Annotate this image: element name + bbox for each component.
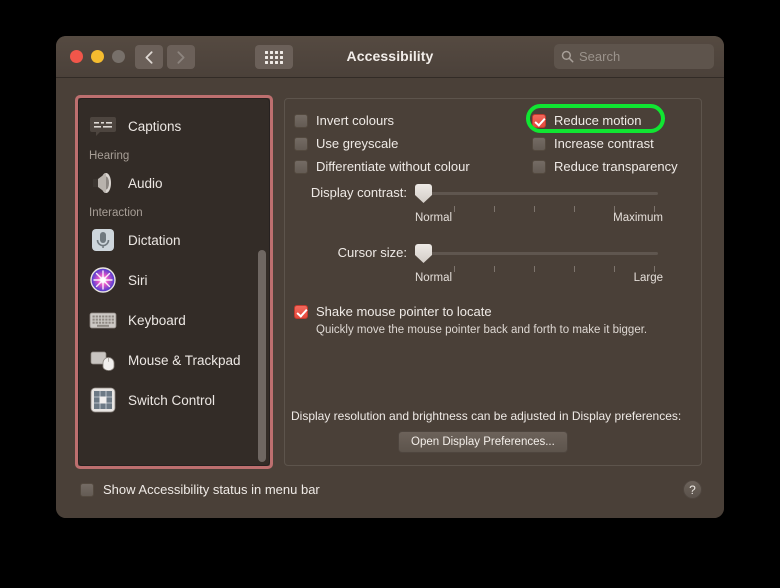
microphone-icon xyxy=(89,226,117,254)
checkbox-label: Use greyscale xyxy=(316,136,399,151)
sidebar-item-keyboard[interactable]: Keyboard xyxy=(79,300,269,340)
checkbox-box[interactable] xyxy=(532,159,546,174)
sidebar-item-label: Mouse & Trackpad xyxy=(128,352,241,368)
display-settings-panel: Invert colours Reduce motion Use greysca… xyxy=(284,98,702,466)
checkbox-reduce-motion[interactable]: Reduce motion xyxy=(532,111,694,130)
checkbox-box[interactable] xyxy=(80,482,94,497)
sidebar-item-label: Dictation xyxy=(128,232,181,248)
checkbox-shake-mouse-pointer[interactable]: Shake mouse pointer to locate xyxy=(294,302,694,321)
display-contrast-label: Display contrast: xyxy=(310,185,407,200)
mouse-trackpad-icon xyxy=(89,346,117,374)
display-contrast-slider-row: Display contrast: Normal Maximum xyxy=(285,182,701,224)
checkbox-label: Shake mouse pointer to locate xyxy=(316,304,492,319)
sidebar-item-label: Keyboard xyxy=(128,312,186,328)
slider-end-labels: Normal Maximum xyxy=(415,212,663,224)
open-display-preferences-button[interactable]: Open Display Preferences... xyxy=(398,431,568,453)
checkbox-label: Invert colours xyxy=(316,113,395,128)
sidebar-scrollbar-thumb[interactable] xyxy=(258,250,266,462)
accessibility-preferences-window: Accessibility Search Captions Hearing Au… xyxy=(56,36,724,518)
checkbox-label: Reduce motion xyxy=(554,113,642,128)
slider-track[interactable] xyxy=(420,192,658,195)
slider-track[interactable] xyxy=(420,252,658,255)
checkbox-box[interactable] xyxy=(294,113,308,128)
switch-control-icon xyxy=(89,386,117,414)
slider-min-label: Normal xyxy=(415,272,453,284)
checkbox-label: Reduce transparency xyxy=(554,159,678,174)
sidebar-section-hearing: Hearing xyxy=(89,150,130,162)
sidebar-scrollbar[interactable] xyxy=(258,103,266,462)
checkbox-use-greyscale[interactable]: Use greyscale xyxy=(294,134,532,153)
display-preferences-note: Display resolution and brightness can be… xyxy=(291,409,682,423)
accessibility-category-sidebar[interactable]: Descriptions Captions xyxy=(78,98,270,466)
checkbox-box[interactable] xyxy=(294,159,308,174)
search-field[interactable] xyxy=(554,44,714,69)
window-bottom-bar: Show Accessibility status in menu bar ? xyxy=(56,470,724,518)
slider-max-label: Maximum xyxy=(613,212,663,224)
shake-pointer-group: Shake mouse pointer to locate Quickly mo… xyxy=(294,302,694,336)
audio-speaker-icon xyxy=(89,169,117,197)
siri-icon xyxy=(89,266,117,294)
cursor-size-slider-row: Cursor size: Normal Large xyxy=(285,242,701,284)
sidebar-section-interaction: Interaction xyxy=(89,207,143,219)
checkbox-reduce-transparency[interactable]: Reduce transparency xyxy=(532,157,694,176)
sidebar-item-switch-control[interactable]: Switch Control xyxy=(79,380,269,420)
search-icon xyxy=(561,50,574,63)
sidebar-item-label: Captions xyxy=(128,118,182,134)
checkbox-box[interactable] xyxy=(294,136,308,151)
sidebar-item-siri[interactable]: Siri xyxy=(79,260,269,300)
sidebar-item-mouse-trackpad[interactable]: Mouse & Trackpad xyxy=(79,340,269,380)
checkbox-increase-contrast[interactable]: Increase contrast xyxy=(532,134,694,153)
window-body: Descriptions Captions xyxy=(56,78,724,518)
search-input[interactable] xyxy=(579,49,707,64)
slider-min-label: Normal xyxy=(415,212,453,224)
descriptions-icon xyxy=(89,99,117,100)
sidebar-item-label: Siri xyxy=(128,272,148,288)
shake-pointer-hint: Quickly move the mouse pointer back and … xyxy=(316,324,648,336)
keyboard-icon xyxy=(89,306,117,334)
checkbox-box[interactable] xyxy=(532,113,546,128)
checkbox-show-accessibility-status[interactable]: Show Accessibility status in menu bar xyxy=(80,482,320,497)
sidebar-list: Descriptions Captions xyxy=(79,99,269,420)
checkbox-differentiate-without-colour[interactable]: Differentiate without colour xyxy=(294,157,532,176)
checkbox-box[interactable] xyxy=(294,304,308,319)
checkbox-label: Show Accessibility status in menu bar xyxy=(103,482,320,497)
sidebar-item-label: Switch Control xyxy=(128,392,216,408)
help-button[interactable]: ? xyxy=(683,480,702,499)
checkbox-box[interactable] xyxy=(532,136,546,151)
checkbox-label: Differentiate without colour xyxy=(316,159,470,174)
sidebar-item-descriptions[interactable]: Descriptions xyxy=(79,99,269,106)
display-options-checkbox-grid: Invert colours Reduce motion Use greysca… xyxy=(294,111,694,176)
sidebar-item-captions[interactable]: Captions xyxy=(79,106,269,146)
cursor-size-label: Cursor size: xyxy=(337,245,407,260)
captions-icon xyxy=(89,112,117,140)
window-titlebar: Accessibility xyxy=(56,36,724,78)
slider-thumb[interactable] xyxy=(415,184,432,203)
slider-max-label: Large xyxy=(633,272,663,284)
sidebar-item-label: Audio xyxy=(128,175,163,191)
slider-thumb[interactable] xyxy=(415,244,432,263)
slider-end-labels: Normal Large xyxy=(415,272,663,284)
sidebar-item-audio[interactable]: Audio xyxy=(79,163,269,203)
checkbox-label: Increase contrast xyxy=(554,136,654,151)
checkbox-invert-colours[interactable]: Invert colours xyxy=(294,111,532,130)
sidebar-item-dictation[interactable]: Dictation xyxy=(79,220,269,260)
